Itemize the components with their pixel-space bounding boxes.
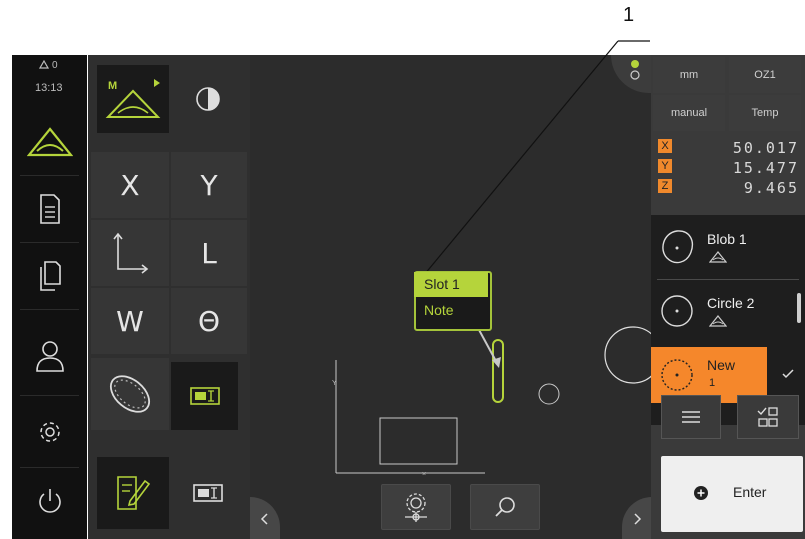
nav-file-management[interactable] xyxy=(12,243,87,309)
status-area: 0 13:13 xyxy=(12,55,87,105)
measure-triangle-icon xyxy=(26,127,73,157)
plus-circle-icon xyxy=(694,486,708,500)
unit-length-button[interactable]: mm xyxy=(653,57,725,93)
document-icon xyxy=(39,194,60,224)
tool-y[interactable]: Y xyxy=(171,152,247,218)
feature-name: Circle 2 xyxy=(707,295,755,311)
manual-measure-icon: M xyxy=(105,79,161,118)
measure-triangle-icon xyxy=(709,315,727,327)
slot-measure-icon xyxy=(189,387,220,405)
clock: 13:13 xyxy=(35,82,63,94)
circle-icon xyxy=(661,295,693,327)
status-lights-icon xyxy=(630,60,640,80)
nav-measure[interactable] xyxy=(12,109,87,175)
svg-text:M: M xyxy=(108,80,117,92)
enter-label: Enter xyxy=(733,484,767,500)
axes-icon xyxy=(113,232,149,274)
zoom-button[interactable] xyxy=(470,484,540,530)
annotation-number: 1 xyxy=(623,4,635,26)
axis-label-z: Z xyxy=(658,179,672,193)
measure-settings-button[interactable] xyxy=(381,484,451,530)
contrast-icon xyxy=(196,87,220,111)
list-menu-button[interactable] xyxy=(661,395,721,439)
scrollbar[interactable] xyxy=(797,293,801,323)
tool-palette: M X Y L W Θ xyxy=(88,55,250,539)
tool-coordinate-system[interactable] xyxy=(91,220,169,286)
feature-item[interactable]: Blob 1 xyxy=(651,217,805,277)
warning-triangle-icon xyxy=(39,60,49,69)
select-grid-icon xyxy=(757,407,778,427)
position-display: X 50.017 Y 15.477 Z 9.465 xyxy=(651,135,805,211)
measure-triangle-icon xyxy=(709,251,727,263)
contrast-button[interactable] xyxy=(172,65,244,133)
feature-name: Blob 1 xyxy=(707,231,747,247)
svg-text:×: × xyxy=(422,471,426,478)
files-icon xyxy=(39,261,61,291)
power-icon xyxy=(38,489,61,513)
tool-slot[interactable] xyxy=(171,362,238,430)
chevron-right-icon xyxy=(634,513,642,525)
edit-document-icon xyxy=(117,476,150,510)
main-menu: 0 13:13 xyxy=(12,55,87,539)
temperature-button[interactable]: Temp xyxy=(729,95,801,131)
tool-w[interactable]: W xyxy=(91,288,169,354)
axis-value-z: 9.465 xyxy=(743,179,799,197)
axis-value-y: 15.477 xyxy=(732,159,799,177)
feature-name: New xyxy=(707,357,736,373)
nav-settings[interactable] xyxy=(12,399,87,465)
chevron-left-icon xyxy=(260,513,268,525)
edit-button[interactable] xyxy=(97,457,169,529)
menu-icon xyxy=(682,411,700,423)
tool-ellipse[interactable] xyxy=(91,358,169,430)
message-count: 0 xyxy=(52,60,58,71)
probe-settings-icon xyxy=(405,493,427,522)
circle-dashed-icon xyxy=(661,359,693,391)
gear-icon xyxy=(39,422,60,442)
nav-measurement-report[interactable] xyxy=(12,176,87,242)
callout-title: Slot 1 xyxy=(414,272,488,297)
tool-x[interactable]: X xyxy=(91,152,169,218)
axis-label-x: X xyxy=(658,139,672,153)
axis-value-x: 50.017 xyxy=(732,139,799,157)
nav-user-login[interactable] xyxy=(12,323,87,389)
blob-icon xyxy=(662,230,694,264)
feature-list[interactable]: Blob 1 Circle 2 New 1 xyxy=(651,215,805,425)
search-icon xyxy=(495,497,515,517)
select-features-button[interactable] xyxy=(737,395,799,439)
enter-button[interactable]: Enter xyxy=(661,456,803,532)
nav-switch-off[interactable] xyxy=(12,469,87,535)
measure-mode-button[interactable]: M xyxy=(97,65,169,133)
slot-icon xyxy=(193,484,223,502)
feature-item[interactable]: Circle 2 xyxy=(651,281,805,341)
measure-mode-select[interactable]: manual xyxy=(653,95,725,131)
axis-label-y: Y xyxy=(658,159,672,173)
checkmark-icon xyxy=(782,369,794,379)
ellipse-icon xyxy=(109,375,151,413)
feature-index: 1 xyxy=(709,377,716,389)
tool-theta[interactable]: Θ xyxy=(171,288,247,354)
reference-point-button[interactable]: OZ1 xyxy=(729,57,801,93)
user-icon xyxy=(35,341,64,372)
svg-text:Y: Y xyxy=(332,380,337,387)
inspector-panel: mm OZ1 manual Temp X 50.017 Y 15.477 Z 9… xyxy=(611,55,805,539)
callout-note[interactable]: Note xyxy=(414,298,488,325)
tool-l[interactable]: L xyxy=(171,220,247,286)
slot-preview-button[interactable] xyxy=(172,457,244,529)
